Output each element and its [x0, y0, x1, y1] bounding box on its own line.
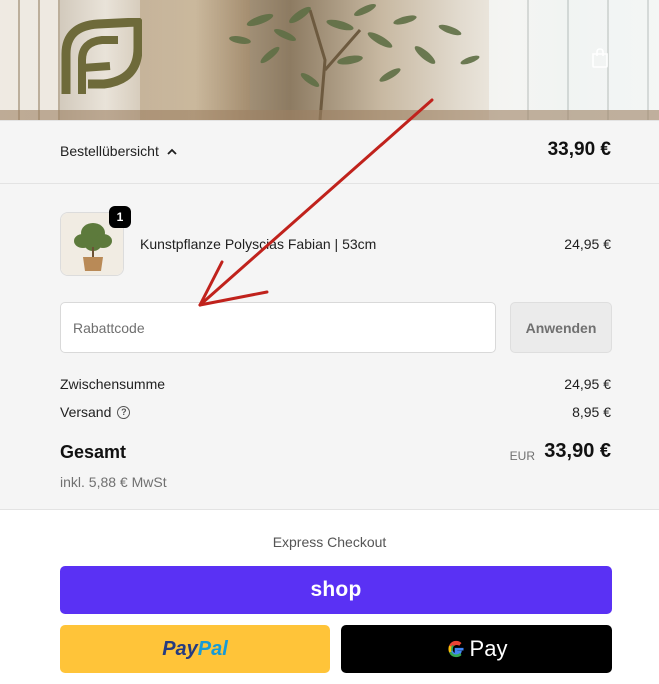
- apply-discount-button[interactable]: Anwenden: [510, 302, 612, 353]
- plant-photo: [229, 4, 480, 120]
- quantity-badge: 1: [109, 206, 131, 228]
- paypal-logo-pay: Pay: [162, 637, 198, 660]
- product-name: Kunstpflanze Polyscias Fabian | 53cm: [140, 236, 377, 252]
- shipping-label: Versand: [60, 404, 112, 420]
- shipping-value: 8,95 €: [572, 404, 611, 420]
- tax-note: inkl. 5,88 € MwSt: [60, 474, 167, 490]
- total-label: Gesamt: [60, 442, 127, 462]
- header-banner: [0, 0, 659, 120]
- product-price: 24,95 €: [564, 236, 611, 252]
- google-pay-button[interactable]: Pay: [341, 625, 612, 673]
- total-value: 33,90 €: [544, 440, 611, 462]
- shopping-bag-icon[interactable]: [589, 47, 611, 69]
- express-checkout-title: Express Checkout: [272, 534, 387, 550]
- order-summary-toggle-label: Bestellübersicht: [60, 143, 159, 159]
- floor: [0, 110, 659, 120]
- subtotal-value: 24,95 €: [564, 376, 611, 392]
- google-g-icon: [447, 640, 464, 658]
- shop-pay-button[interactable]: shop: [60, 566, 612, 614]
- window-right: [489, 0, 659, 120]
- chevron-up-icon: [167, 148, 177, 155]
- window-left: [0, 0, 60, 120]
- order-summary-panel: 1 Kunstpflanze Polyscias Fabian | 53cm 2…: [0, 184, 659, 510]
- subtotal-label: Zwischensumme: [60, 376, 166, 392]
- paypal-logo: PayPal: [162, 638, 228, 661]
- help-circle-icon[interactable]: ?: [117, 405, 131, 419]
- shop-pay-logo: shop: [310, 578, 362, 601]
- paypal-logo-pal: Pal: [197, 637, 228, 660]
- paypal-button[interactable]: PayPal: [60, 625, 330, 673]
- order-summary-total: 33,90 €: [547, 139, 611, 160]
- order-summary-bar: Bestellübersicht 33,90 €: [0, 120, 659, 184]
- fabian-leaf-logo-icon[interactable]: [58, 18, 142, 96]
- total-currency: EUR: [509, 449, 535, 463]
- shipping-row-label: Versand ?: [60, 404, 131, 420]
- order-summary-toggle[interactable]: Bestellübersicht: [60, 143, 177, 159]
- discount-code-input[interactable]: [60, 302, 496, 353]
- google-pay-label: Pay: [469, 636, 508, 661]
